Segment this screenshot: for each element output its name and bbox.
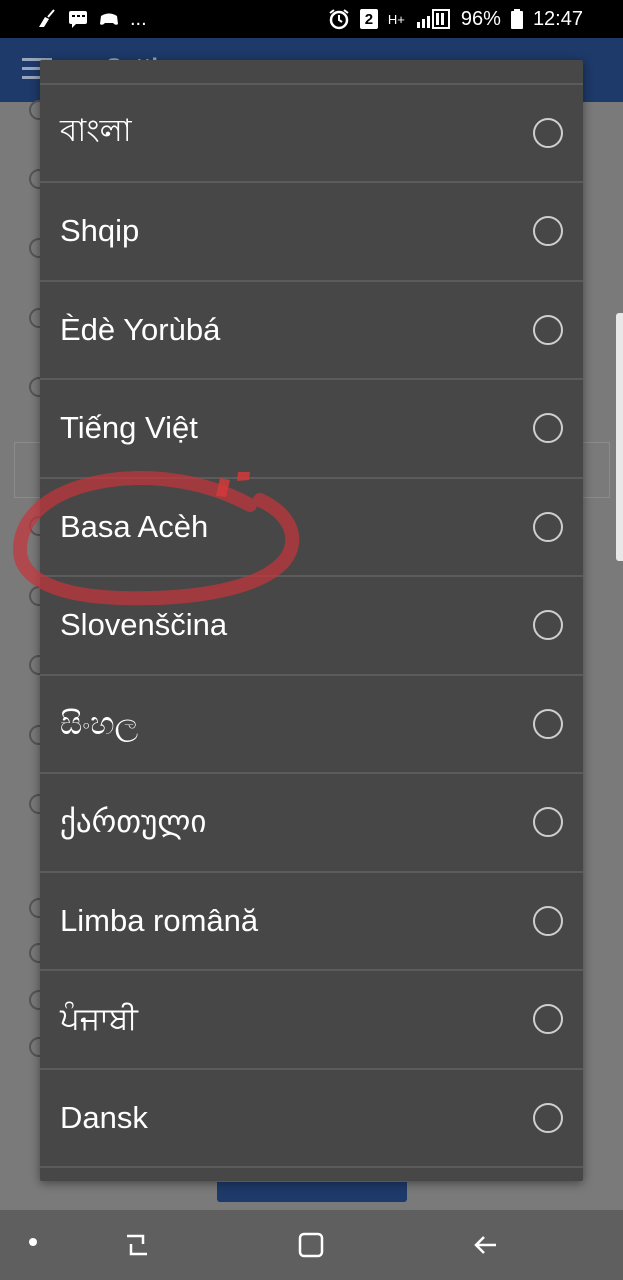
radio-button[interactable] [533,413,563,443]
language-label: Limba română [60,903,259,938]
recents-icon[interactable] [117,1225,157,1265]
language-label: Basa Acèh [60,509,209,544]
radio-button[interactable] [533,1004,563,1034]
chat-icon [68,9,88,29]
language-label: Shqip [60,213,140,248]
home-icon[interactable] [291,1225,331,1265]
dialog-top-edge [40,60,583,84]
clock: 12:47 [532,8,583,30]
network-type-label: H+ [387,11,405,27]
radio-button[interactable] [533,315,563,345]
language-option-sinhala[interactable]: සිංහල [40,676,583,772]
battery-percent: 96% [460,8,501,30]
radio-button[interactable] [533,118,563,148]
notification-icons: ... [36,9,147,29]
radio-button[interactable] [533,610,563,640]
language-option-romanian[interactable]: Limba română [40,873,583,969]
language-label: Tiếng Việt [60,410,198,445]
notification-count-badge: 2 [359,9,378,29]
language-label: Èdè Yorùbá [60,312,221,347]
language-option-punjabi[interactable]: ਪੰਜਾਬੀ [40,971,583,1067]
language-label: ქართული [60,804,207,839]
language-label: සිංහල [60,705,139,741]
background-primary-button [217,1182,407,1202]
language-option-danish[interactable]: Dansk [40,1070,583,1166]
system-icons: 2 H+ 96% 12:47 [328,8,583,30]
language-option-georgian[interactable]: ქართული [40,774,583,870]
radio-button[interactable] [533,216,563,246]
background-scroll-edge [616,313,623,561]
language-option-slovenian[interactable]: Slovenščina [40,577,583,673]
language-label: বাংলা [60,113,132,148]
overflow-dots: ... [130,8,147,30]
language-label: Dansk [60,1100,148,1135]
language-picker-dialog: বাংলা Shqip Èdè Yorùbá Tiếng Việt Basa A… [40,60,583,1181]
language-option-albanian[interactable]: Shqip [40,183,583,279]
status-bar: ... 2 H+ 96% 12:47 [0,0,623,38]
battery-icon [510,9,523,29]
radio-button[interactable] [533,906,563,936]
nav-hide-dot[interactable] [29,1238,37,1246]
language-label: Slovenščina [60,607,228,642]
gamepad-icon [98,9,120,29]
divider [40,1166,583,1168]
radio-button[interactable] [533,512,563,542]
language-label: ਪੰਜਾਬੀ [60,1000,138,1036]
language-option-vietnamese[interactable]: Tiếng Việt [40,380,583,476]
radio-button[interactable] [533,807,563,837]
language-option-yoruba[interactable]: Èdè Yorùbá [40,282,583,378]
alarm-icon [328,8,350,30]
sweep-icon [36,9,58,29]
radio-button[interactable] [533,709,563,739]
radio-button[interactable] [533,1103,563,1133]
language-option-acehnese[interactable]: Basa Acèh [40,479,583,575]
back-icon[interactable] [466,1225,506,1265]
language-option-bengali[interactable]: বাংলা [40,85,583,181]
signal-icon [415,9,451,29]
